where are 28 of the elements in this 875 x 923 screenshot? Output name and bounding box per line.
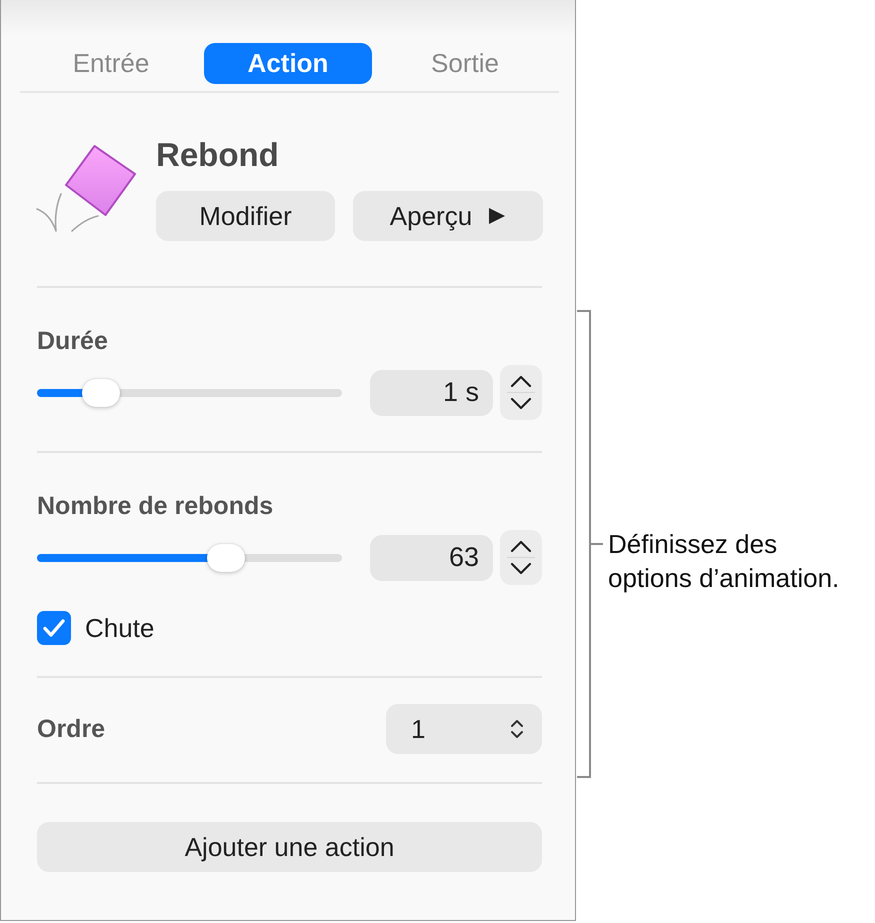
checkmark-icon [43,619,65,637]
up-down-chevron-icon [510,718,524,740]
play-icon [488,207,506,225]
popup-button[interactable]: 1 [386,704,542,754]
value-field[interactable]: 63 [370,534,493,580]
setting-label: Nombre de rebonds [37,491,274,521]
slider-thumb[interactable] [82,378,120,406]
chevron-up-icon [510,375,532,388]
tab[interactable]: Action [204,43,372,84]
slider-thumb[interactable] [207,544,246,572]
chevron-up-icon [510,540,532,553]
value-field[interactable]: 1 s [370,370,493,416]
bouncing-square-icon [35,144,137,234]
setting-label: Durée [37,326,108,356]
chevron-down-icon [510,397,532,410]
chevron-down-icon [510,562,532,575]
effect-title: Rebond [156,136,279,174]
checkbox[interactable] [37,611,71,645]
edit-button[interactable]: Modifier [156,191,335,241]
checkbox-label: Chute [85,612,154,644]
stepper[interactable] [500,365,542,420]
stepper[interactable] [500,530,542,585]
slider[interactable] [37,378,342,406]
setting-label: Ordre [37,714,106,744]
preview-button[interactable]: Aperçu [353,191,543,241]
slider[interactable] [37,544,342,572]
callout-text: Définissez des options d’animation. [608,528,840,595]
add-action-button[interactable]: Ajouter une action [37,822,542,872]
